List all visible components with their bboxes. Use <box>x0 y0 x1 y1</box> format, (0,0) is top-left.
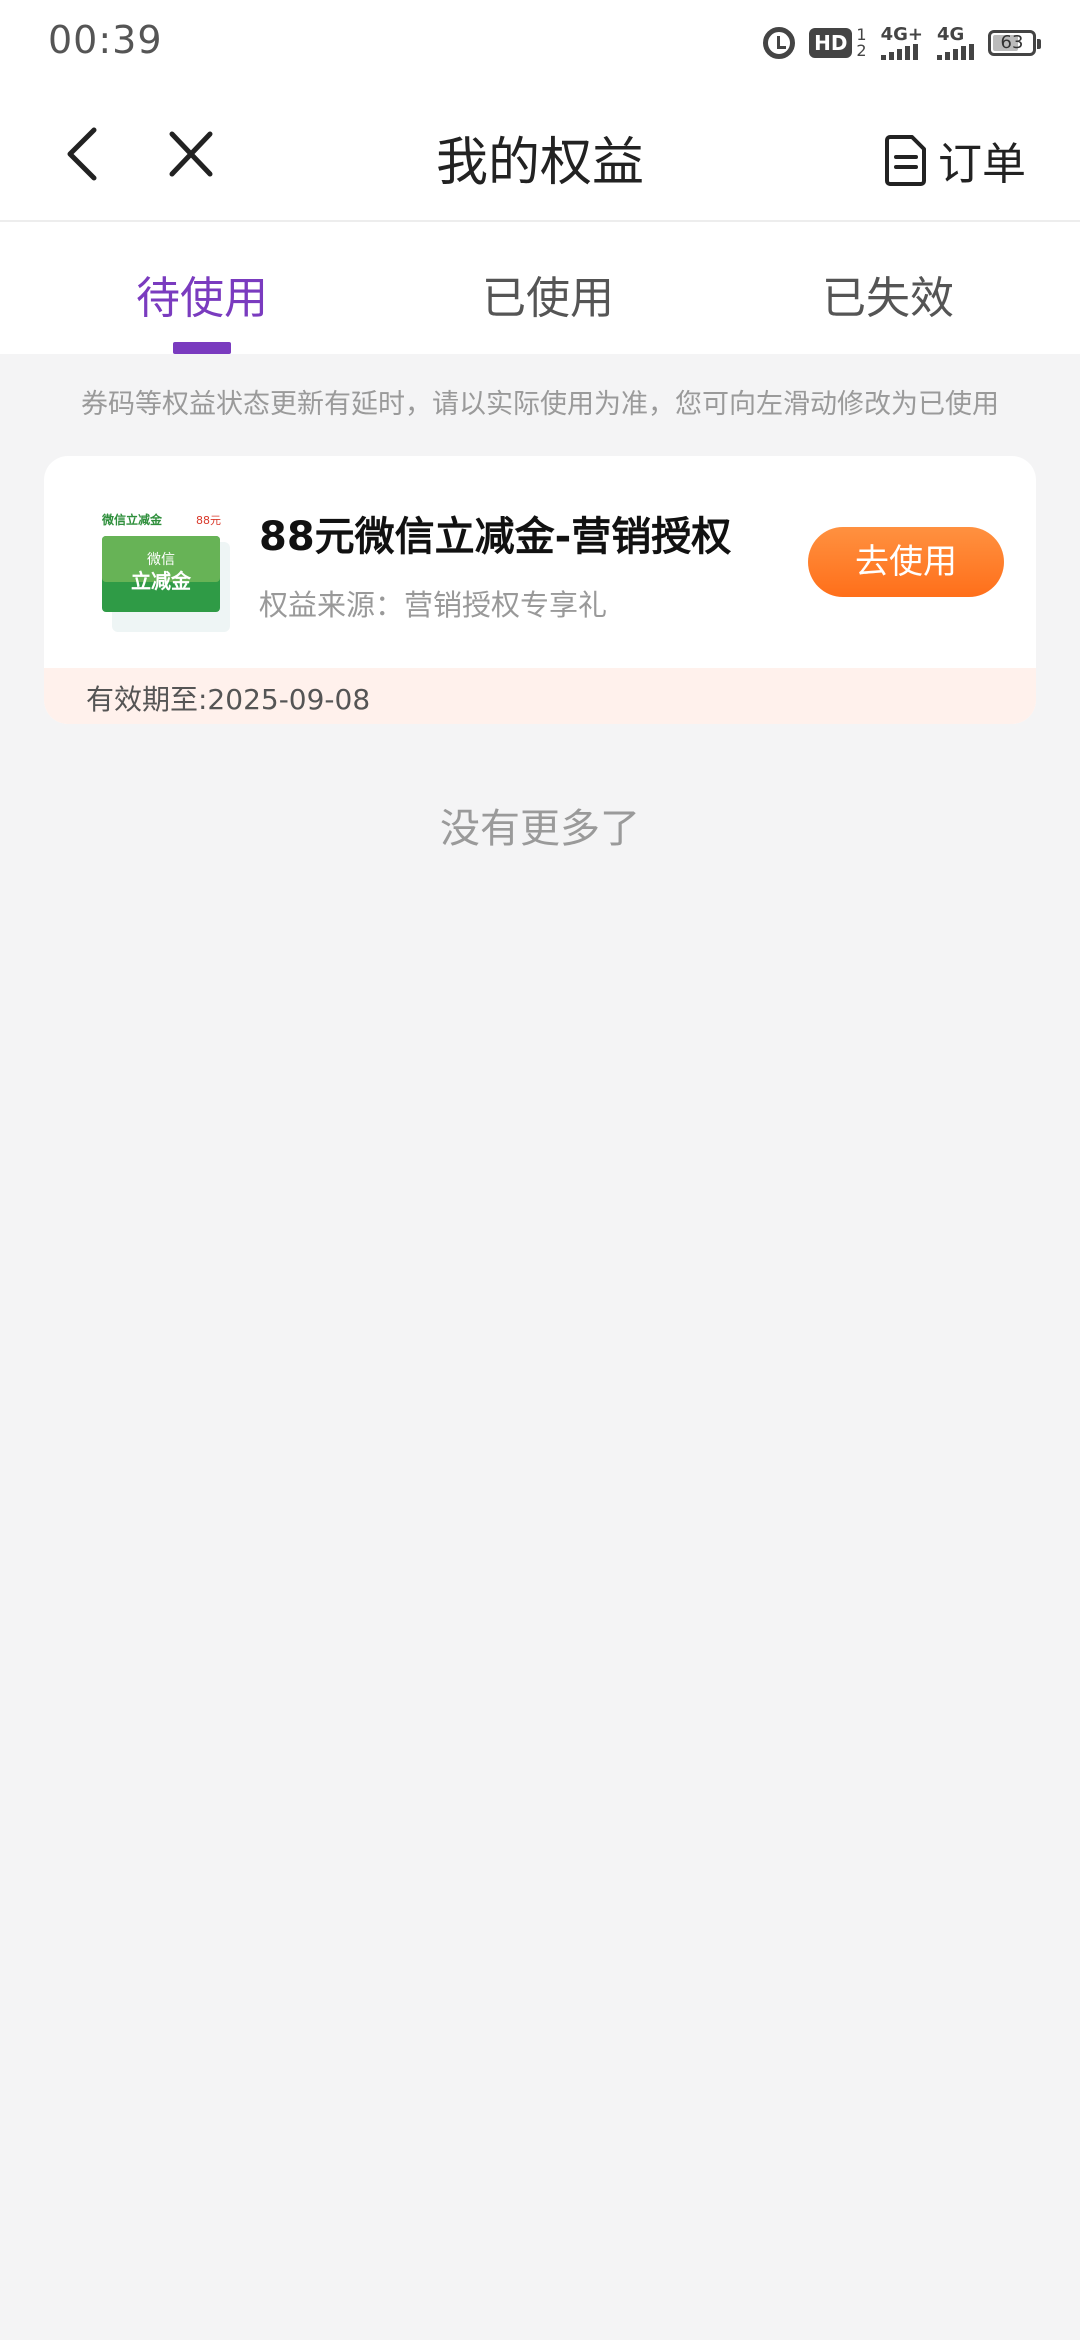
signal-icon-1: 4G+ <box>880 24 923 60</box>
network-label-1: 4G+ <box>880 24 923 45</box>
thumb-line1: 微信 <box>147 552 175 568</box>
thumb-line2: 立减金 <box>131 569 192 593</box>
orders-label: 订单 <box>938 139 1026 190</box>
status-time: 00:39 <box>48 18 163 62</box>
status-bar: 00:39 HD 1 2 4G+ 4G 63 <box>0 0 1080 86</box>
tab-expired[interactable]: 已失效 <box>778 262 998 326</box>
sim-indicator: 1 2 <box>856 27 866 59</box>
card-title: 88元微信立减金-营销授权 <box>259 514 732 560</box>
end-of-list-text: 没有更多了 <box>440 806 640 852</box>
signal-icon-2: 4G <box>937 26 974 60</box>
document-icon <box>885 135 926 186</box>
network-label-2: 4G <box>937 24 965 45</box>
orders-button[interactable]: 订单 <box>882 128 1026 192</box>
thumb-top-left: 微信立减金 <box>101 512 163 527</box>
card-footer: 有效期至:2025-09-08 <box>44 668 1036 724</box>
voucher-thumbnail: 微信立减金 88元 微信 立减金 <box>101 512 230 632</box>
benefit-card[interactable]: 微信立减金 88元 微信 立减金 88元微信立减金-营销授权 权益来源：营销授权… <box>44 456 1036 724</box>
notice-text: 券码等权益状态更新有延时，请以实际使用为准，您可向左滑动修改为已使用 <box>81 389 999 420</box>
validity-date: 有效期至:2025-09-08 <box>86 683 371 716</box>
card-source: 权益来源：营销授权专享礼 <box>259 588 608 622</box>
status-icons: HD 1 2 4G+ 4G 63 <box>763 22 1041 64</box>
signal-bars-2 <box>937 44 974 60</box>
battery-level: 63 <box>1000 32 1024 53</box>
tab-pending[interactable]: 待使用 <box>92 262 312 326</box>
tab-used[interactable]: 已使用 <box>438 262 658 326</box>
tab-indicator <box>173 342 231 354</box>
hd-icon: HD <box>809 28 853 58</box>
thumb-top-right: 88元 <box>196 514 221 527</box>
tab-bar: 待使用 已使用 已失效 <box>0 222 1080 354</box>
signal-bars-1 <box>880 44 918 60</box>
nav-bar: 我的权益 订单 <box>0 86 1080 222</box>
alarm-icon <box>763 27 796 59</box>
battery-icon: 63 <box>988 30 1041 56</box>
use-button[interactable]: 去使用 <box>808 527 1004 597</box>
sim-secondary: 2 <box>856 41 867 60</box>
